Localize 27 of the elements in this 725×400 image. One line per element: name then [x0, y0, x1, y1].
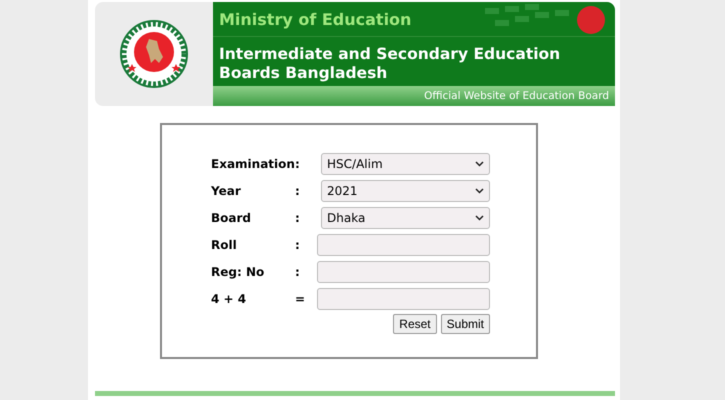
chevron-icon	[475, 161, 484, 167]
dropdown[interactable]: HSC/Alim	[321, 153, 490, 175]
form-button[interactable]: Submit	[440, 314, 490, 334]
ministry-title: Ministry of Education	[219, 10, 412, 28]
chevron-icon	[475, 215, 484, 221]
separator: :	[295, 265, 301, 279]
site-title: Intermediate and Secondary Education Boards Bangladesh	[218, 44, 562, 84]
tagline: Official Website of Education Board	[424, 90, 609, 102]
field-label: Roll	[211, 238, 238, 252]
separator: :	[295, 211, 301, 225]
field-label: Examination	[211, 157, 295, 171]
field-label: Reg: No	[211, 265, 266, 279]
chevron-icon	[475, 188, 484, 194]
separator: :	[295, 184, 301, 198]
emblem-logo	[119, 19, 189, 89]
separator: =	[295, 292, 306, 306]
separator: :	[295, 238, 301, 252]
dropdown[interactable]: 2021	[321, 180, 490, 202]
field-label: 4 + 4	[211, 292, 248, 306]
input-field[interactable]	[317, 288, 490, 310]
field-label: Year	[211, 184, 242, 198]
field-label: Board	[211, 211, 252, 225]
input-field[interactable]	[317, 261, 490, 283]
dropdown[interactable]: Dhaka	[321, 207, 490, 229]
form-button[interactable]: Reset	[393, 314, 437, 334]
separator: :	[295, 157, 301, 171]
input-field[interactable]	[317, 234, 490, 256]
